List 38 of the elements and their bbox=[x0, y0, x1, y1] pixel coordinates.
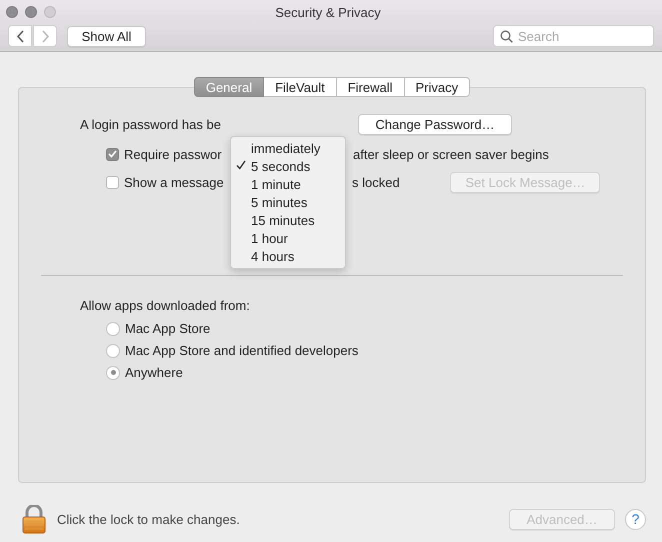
menu-item[interactable]: 15 minutes bbox=[251, 212, 315, 228]
search-input[interactable]: Search bbox=[518, 28, 638, 44]
option-text: after sleep or screen saver begins bbox=[353, 146, 549, 162]
search-field[interactable]: Search bbox=[493, 25, 654, 47]
back-button[interactable] bbox=[8, 25, 32, 47]
checkbox-label: Require passwor bbox=[124, 146, 222, 162]
password-status-text: A login password has be bbox=[80, 117, 221, 132]
option-text: s locked bbox=[352, 175, 400, 190]
minimize-button[interactable] bbox=[25, 6, 37, 18]
radio-button[interactable] bbox=[106, 366, 120, 380]
menu-item[interactable]: 5 seconds bbox=[251, 158, 310, 174]
search-icon bbox=[500, 30, 513, 42]
show-all-button[interactable]: Show All bbox=[67, 26, 146, 46]
menu-item[interactable]: immediately bbox=[251, 140, 320, 156]
change-password-button[interactable]: Change Password… bbox=[358, 114, 512, 135]
radio-label: Anywhere bbox=[125, 365, 183, 380]
checkbox-label: Show a message bbox=[124, 175, 224, 190]
chevron-icon bbox=[16, 30, 24, 42]
chevron-icon bbox=[40, 30, 50, 42]
close-button[interactable] bbox=[6, 6, 18, 18]
lock-icon[interactable] bbox=[22, 504, 46, 534]
radio-button[interactable] bbox=[106, 322, 120, 336]
menu-item[interactable]: 4 hours bbox=[251, 248, 294, 264]
lock-hint-text: Click the lock to make changes. bbox=[57, 512, 240, 526]
window-title: Security & Privacy bbox=[274, 4, 382, 20]
menu-item[interactable]: 1 minute bbox=[251, 176, 301, 192]
tab[interactable]: Privacy bbox=[404, 77, 470, 97]
help-button[interactable]: ? bbox=[625, 508, 646, 530]
checkbox[interactable] bbox=[106, 176, 119, 189]
tab[interactable]: Firewall bbox=[336, 77, 405, 97]
checkbox[interactable] bbox=[106, 148, 119, 160]
radio-label: Mac App Store bbox=[125, 321, 210, 336]
tab[interactable]: FileVault bbox=[264, 77, 337, 97]
radio-button[interactable] bbox=[106, 344, 120, 358]
menu-item[interactable]: 5 minutes bbox=[251, 194, 308, 210]
menu-item[interactable]: 1 hour bbox=[251, 230, 288, 246]
section-label: Allow apps downloaded from: bbox=[80, 298, 251, 313]
radio-label: Mac App Store and identified developers bbox=[125, 343, 358, 358]
